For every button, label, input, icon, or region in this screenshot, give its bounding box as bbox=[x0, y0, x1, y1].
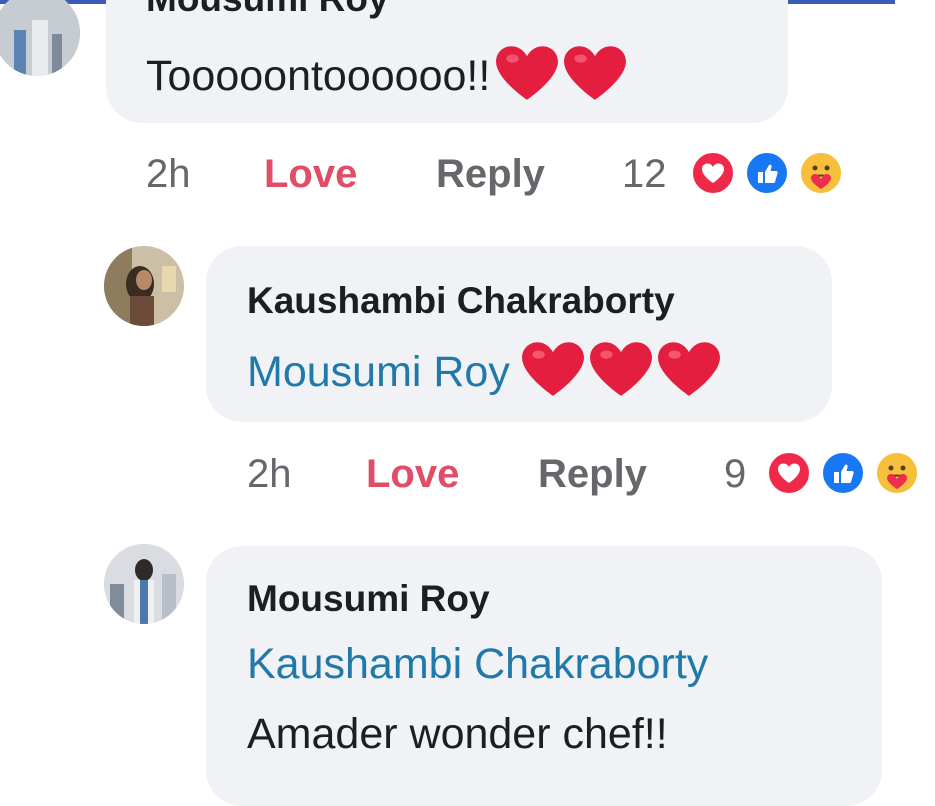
comment-author[interactable]: Mousumi Roy bbox=[247, 578, 490, 620]
comment-author[interactable]: Kaushambi Chakraborty bbox=[247, 280, 675, 322]
avatar[interactable] bbox=[104, 246, 184, 326]
red-heart-emoji-icon bbox=[588, 340, 654, 409]
red-heart-emoji-icon bbox=[494, 44, 560, 113]
care-reaction-icon bbox=[798, 150, 844, 196]
reaction-count[interactable]: 9 bbox=[724, 452, 746, 497]
love-reaction-button[interactable]: Love bbox=[264, 152, 357, 197]
mention-link[interactable]: Kaushambi Chakraborty bbox=[247, 640, 708, 689]
red-heart-emoji-icon bbox=[562, 44, 628, 113]
reaction-count[interactable]: 12 bbox=[622, 152, 667, 197]
avatar[interactable] bbox=[104, 544, 184, 624]
comment-mention-line: Mousumi Roy bbox=[247, 340, 722, 409]
comment-author[interactable]: Mousumi Roy bbox=[146, 0, 389, 20]
like-reaction-icon bbox=[744, 150, 790, 196]
red-heart-emoji-icon bbox=[520, 340, 586, 409]
love-reaction-button[interactable]: Love bbox=[366, 452, 459, 497]
comment-text-content: Tooooontoooooo!! bbox=[146, 51, 491, 100]
care-reaction-icon bbox=[874, 450, 920, 496]
avatar[interactable] bbox=[0, 0, 80, 76]
comment-timestamp: 2h bbox=[146, 152, 191, 196]
love-reaction-icon bbox=[766, 450, 812, 496]
mention-link[interactable]: Mousumi Roy bbox=[247, 348, 510, 396]
comment-timestamp: 2h bbox=[247, 452, 292, 496]
love-reaction-icon bbox=[690, 150, 736, 196]
reply-button[interactable]: Reply bbox=[538, 452, 647, 497]
comment-text: Amader wonder chef!! bbox=[247, 710, 668, 758]
reply-button[interactable]: Reply bbox=[436, 152, 545, 197]
like-reaction-icon bbox=[820, 450, 866, 496]
red-heart-emoji-icon bbox=[656, 340, 722, 409]
comment-text: Tooooontoooooo!! bbox=[146, 44, 628, 113]
